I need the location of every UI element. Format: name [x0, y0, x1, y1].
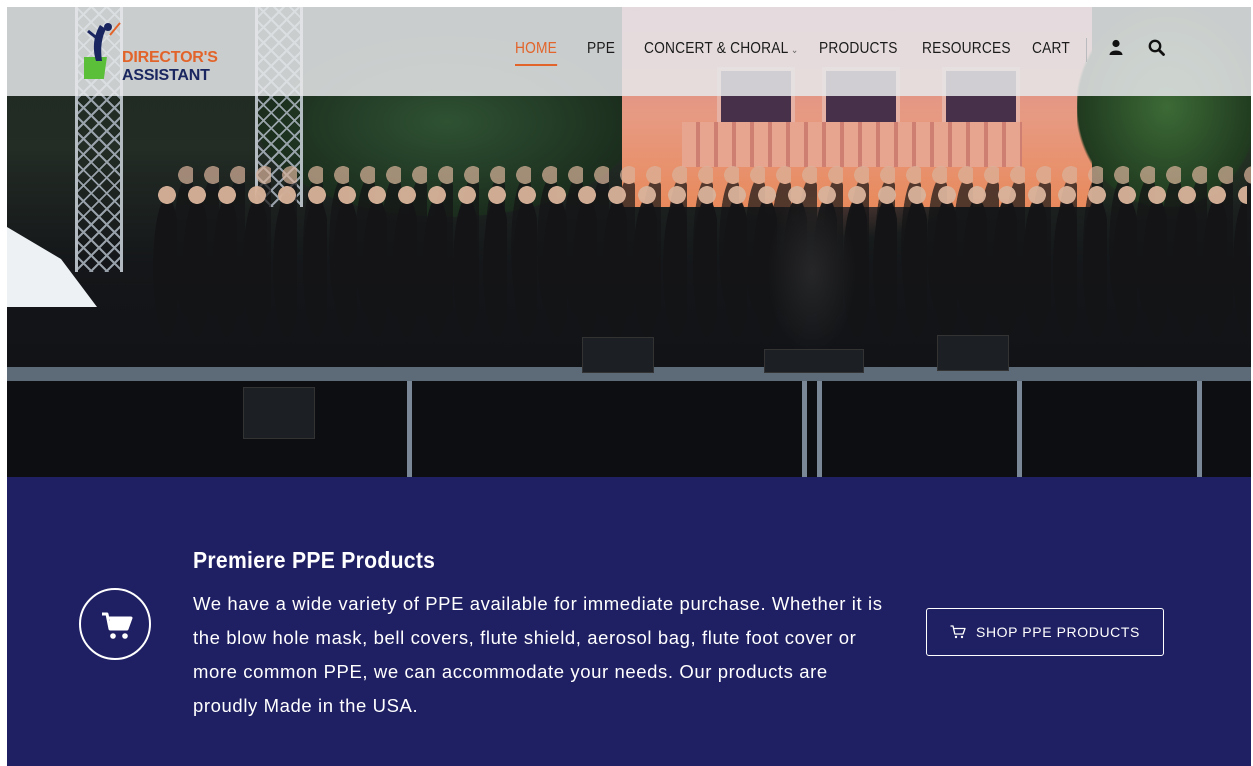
nav-home[interactable]: HOME	[515, 40, 557, 66]
site-logo[interactable]: DIRECTOR'S ASSISTANT	[82, 21, 222, 89]
orchestra-front-row	[147, 177, 1247, 367]
nav-divider	[1086, 38, 1087, 62]
ppe-promo-section: Premiere PPE Products We have a wide var…	[7, 477, 1251, 766]
hero-image: DIRECTOR'S ASSISTANT HOME PPE CONCERT & …	[7, 7, 1251, 477]
shop-ppe-products-label: SHOP PPE PRODUCTS	[976, 624, 1140, 640]
stage-monitor	[243, 387, 315, 439]
shop-ppe-products-button[interactable]: SHOP PPE PRODUCTS	[926, 608, 1164, 656]
logo-line-1: DIRECTOR'S	[122, 49, 218, 66]
page-frame: DIRECTOR'S ASSISTANT HOME PPE CONCERT & …	[7, 7, 1251, 766]
nav-products[interactable]: PRODUCTS	[819, 40, 898, 58]
stage-monitor	[937, 335, 1009, 371]
nav-concert-choral-label: CONCERT & CHORAL	[644, 40, 789, 57]
stage-monitor	[582, 337, 654, 373]
cart-icon	[79, 588, 151, 660]
stage-front	[7, 381, 1251, 477]
user-icon[interactable]	[1109, 39, 1127, 59]
nav-cart[interactable]: CART	[1032, 40, 1070, 58]
promo-title: Premiere PPE Products	[193, 547, 436, 573]
chevron-down-icon: ⌄	[791, 45, 799, 56]
conductor	[767, 187, 857, 357]
search-icon[interactable]	[1148, 39, 1166, 59]
site-header: DIRECTOR'S ASSISTANT HOME PPE CONCERT & …	[7, 7, 1251, 96]
nav-resources[interactable]: RESOURCES	[922, 40, 1011, 58]
stage-monitor	[764, 349, 864, 373]
cart-icon	[950, 625, 966, 639]
promo-description: We have a wide variety of PPE available …	[193, 593, 883, 716]
nav-concert-choral[interactable]: CONCERT & CHORAL ⌄	[644, 40, 798, 58]
logo-line-2: ASSISTANT	[122, 67, 210, 84]
conductor-logo-icon	[84, 22, 121, 79]
nav-ppe[interactable]: PPE	[587, 40, 615, 58]
